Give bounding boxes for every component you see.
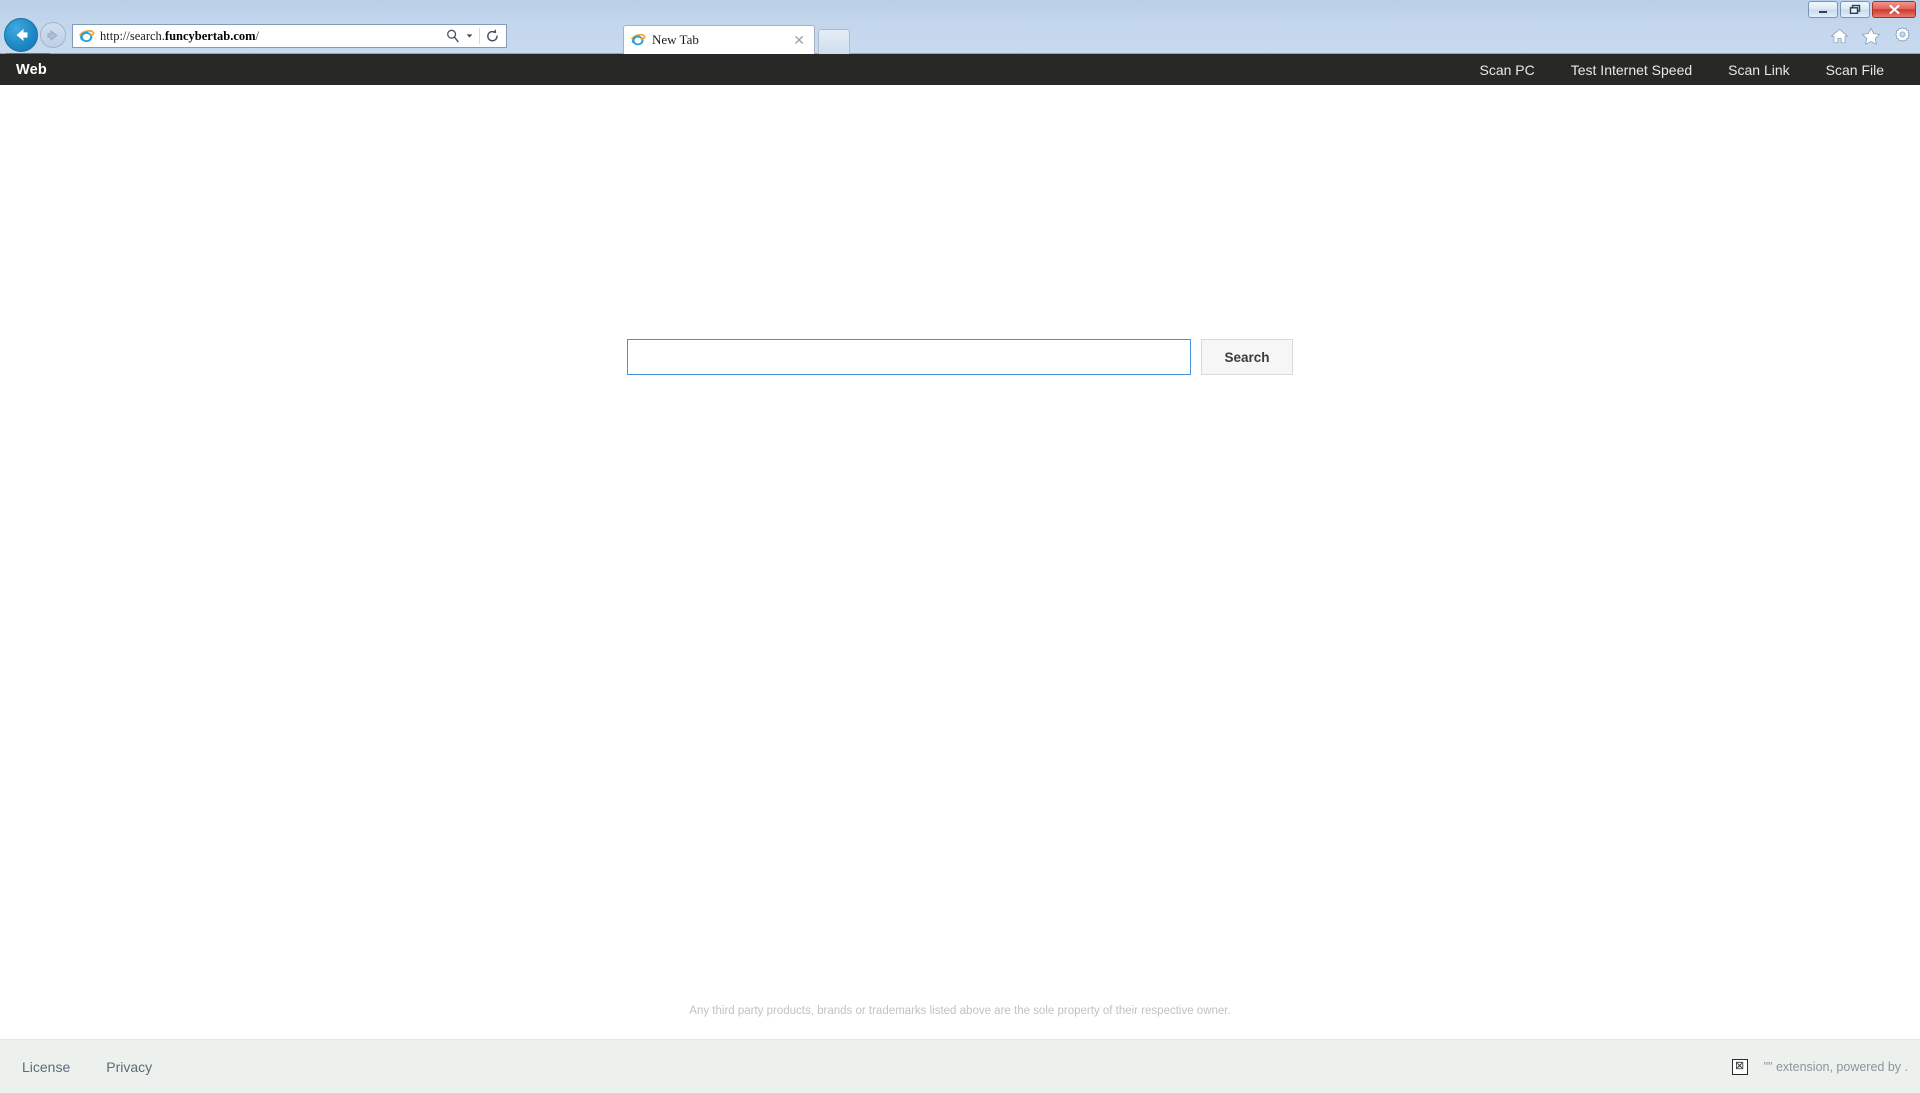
extension-nav-links: Scan PC Test Internet Speed Scan Link Sc… (1461, 62, 1920, 78)
navigation-arrows (4, 18, 66, 52)
home-icon[interactable] (1830, 27, 1849, 45)
minimize-button[interactable] (1808, 1, 1838, 18)
browser-chrome: http://search.funcybertab.com/ New Tab ✕ (0, 0, 1920, 56)
internet-explorer-icon (631, 33, 646, 46)
footer-links: License Privacy (22, 1059, 152, 1075)
nav-link-test-internet-speed[interactable]: Test Internet Speed (1553, 62, 1710, 78)
nav-link-scan-link[interactable]: Scan Link (1710, 62, 1807, 78)
address-bar-icons (446, 28, 503, 44)
search-button[interactable]: Search (1201, 339, 1293, 375)
new-tab-button[interactable] (818, 29, 850, 54)
address-bar[interactable]: http://search.funcybertab.com/ (72, 24, 507, 48)
restore-button[interactable] (1840, 1, 1870, 18)
search-icon[interactable] (446, 28, 460, 44)
search-row: Search (0, 339, 1920, 375)
footer-link-privacy[interactable]: Privacy (106, 1059, 152, 1075)
nav-link-scan-file[interactable]: Scan File (1808, 62, 1902, 78)
refresh-icon[interactable] (485, 28, 500, 44)
footer-powered-by: ⊠ "" extension, powered by . (1731, 1058, 1920, 1075)
settings-gear-icon[interactable] (1893, 26, 1912, 45)
browser-tab[interactable]: New Tab ✕ (623, 25, 815, 54)
window-controls (1808, 1, 1916, 18)
chevron-down-icon[interactable] (465, 28, 474, 44)
broken-image-icon: ⊠ (1731, 1058, 1748, 1075)
url-prefix: http://search. (100, 28, 165, 43)
extension-nav-bar: Web Scan PC Test Internet Speed Scan Lin… (0, 54, 1920, 85)
site-footer: License Privacy ⊠ "" extension, powered … (0, 1039, 1920, 1093)
forward-button[interactable] (40, 22, 66, 48)
powered-by-text: "" extension, powered by . (1763, 1059, 1908, 1074)
extension-brand-label: Web (16, 61, 47, 78)
address-bar-divider (479, 28, 480, 44)
arrow-left-icon (16, 29, 28, 41)
url-text: http://search.funcybertab.com/ (100, 29, 446, 44)
arrow-right-icon (47, 29, 58, 41)
url-domain: funcybertab.com (164, 28, 256, 43)
internet-explorer-icon (79, 29, 95, 42)
url-suffix: / (255, 28, 260, 43)
restore-icon (1849, 4, 1861, 14)
disclaimer-text: Any third party products, brands or trad… (689, 1005, 1231, 1017)
nav-link-scan-pc[interactable]: Scan PC (1461, 62, 1552, 78)
tab-title: New Tab (652, 32, 699, 47)
close-button[interactable] (1872, 1, 1916, 18)
back-button[interactable] (4, 18, 38, 52)
search-input[interactable] (627, 339, 1191, 375)
favorites-star-icon[interactable] (1861, 27, 1881, 45)
browser-toolbar-icons (1830, 26, 1912, 45)
minimize-icon (1819, 10, 1827, 13)
tab-close-icon[interactable]: ✕ (790, 33, 808, 47)
page-body: Search Any third party products, brands … (0, 85, 1920, 1039)
footer-link-license[interactable]: License (22, 1059, 70, 1075)
close-icon (1888, 4, 1900, 15)
